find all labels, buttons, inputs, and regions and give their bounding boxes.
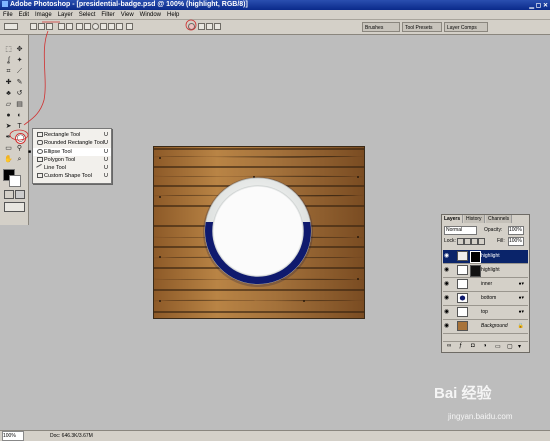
baidu-watermark-url: jingyan.baidu.com bbox=[448, 412, 513, 421]
layer-thumbnail bbox=[457, 279, 468, 289]
fx-icon[interactable]: ●▾ bbox=[518, 295, 524, 301]
line-icon bbox=[36, 163, 44, 172]
lock-all-icon[interactable] bbox=[478, 238, 485, 245]
layer-thumbnail bbox=[457, 293, 468, 303]
layer-row-bottom[interactable]: ◉ bottom ●▾ bbox=[443, 292, 528, 306]
fill-input[interactable]: 100% bbox=[508, 237, 524, 246]
layer-name: highlight bbox=[481, 267, 500, 273]
lock-position-icon[interactable] bbox=[471, 238, 478, 245]
layer-mask-thumbnail bbox=[470, 265, 481, 277]
lock-label: Lock: bbox=[444, 238, 456, 244]
eye-icon[interactable]: ◉ bbox=[444, 253, 450, 259]
adjustment-layer-icon[interactable]: ◑ bbox=[483, 343, 487, 349]
eye-icon[interactable]: ◉ bbox=[444, 267, 450, 273]
annotation-circle-tool bbox=[9, 129, 29, 141]
eye-icon[interactable]: ◉ bbox=[444, 309, 450, 315]
fx-icon[interactable]: ●▾ bbox=[518, 281, 524, 287]
menu-polygon-tool[interactable]: Polygon Tool U bbox=[33, 156, 111, 164]
menu-rectangle-tool[interactable]: Rectangle Tool U bbox=[33, 131, 111, 139]
layer-thumbnail bbox=[457, 265, 468, 275]
ellipse-icon bbox=[37, 149, 43, 154]
shape-tool-flyout: Rectangle Tool U Rounded Rectangle Tool U … bbox=[28, 128, 112, 184]
menu-ellipse-tool[interactable]: ■ Ellipse Tool U bbox=[28, 148, 111, 156]
eye-icon[interactable]: ◉ bbox=[444, 281, 450, 287]
layer-thumbnail bbox=[457, 307, 468, 317]
trash-icon[interactable]: ▾ bbox=[518, 343, 521, 350]
tab-channels[interactable]: Channels bbox=[486, 215, 513, 223]
tab-history[interactable]: History bbox=[464, 215, 485, 223]
eye-icon[interactable]: ◉ bbox=[444, 295, 450, 301]
polygon-icon bbox=[37, 157, 43, 162]
tab-layers[interactable]: Layers bbox=[442, 215, 464, 223]
rounded-rectangle-icon bbox=[37, 140, 43, 145]
fx-icon[interactable]: ●▾ bbox=[518, 309, 524, 315]
layer-row-background[interactable]: ◉ Background 🔒 bbox=[443, 320, 528, 334]
link-layers-icon[interactable]: ∞ bbox=[447, 343, 451, 349]
document-canvas[interactable] bbox=[153, 146, 365, 319]
wood-badge-artwork bbox=[153, 147, 365, 318]
lock-transparency-icon[interactable] bbox=[457, 238, 464, 245]
menu-custom-shape-tool[interactable]: Custom Shape Tool U bbox=[33, 172, 111, 180]
layer-row-top[interactable]: ◉ top ●▾ bbox=[443, 306, 528, 320]
fill-label: Fill: bbox=[497, 238, 505, 244]
new-layer-icon[interactable]: ▢ bbox=[507, 343, 513, 350]
menu-rounded-rectangle-tool[interactable]: Rounded Rectangle Tool U bbox=[33, 139, 111, 147]
selected-bullet-icon: ■ bbox=[28, 149, 32, 155]
annotation-circle-option bbox=[185, 19, 197, 31]
layer-name: top bbox=[481, 309, 488, 315]
eye-icon[interactable]: ◉ bbox=[444, 323, 450, 329]
annotation-arrow bbox=[23, 30, 49, 126]
add-mask-icon[interactable]: ◘ bbox=[471, 343, 475, 349]
layer-row-highlight-selected[interactable]: ◉ highlight bbox=[443, 250, 528, 264]
layer-name: inner bbox=[481, 281, 493, 287]
layer-name: highlight bbox=[481, 253, 500, 259]
opacity-label: Opacity: bbox=[484, 227, 503, 233]
blend-mode-select[interactable]: Normal bbox=[444, 226, 477, 235]
layer-thumbnail bbox=[457, 321, 468, 331]
menu-line-tool[interactable]: Line Tool U bbox=[33, 163, 111, 172]
new-group-icon[interactable]: ▭ bbox=[495, 343, 501, 350]
layer-row-highlight[interactable]: ◉ highlight bbox=[443, 264, 528, 278]
rectangle-icon bbox=[37, 132, 43, 137]
lock-image-icon[interactable] bbox=[464, 238, 471, 245]
status-bar: 100% Doc: 646.3K/3.67M bbox=[0, 430, 550, 441]
layer-name: bottom bbox=[481, 295, 497, 301]
lock-icon: 🔒 bbox=[517, 323, 524, 329]
layers-footer: ∞ ƒ ◘ ◑ ▭ ▢ ▾ bbox=[443, 341, 528, 352]
opacity-input[interactable]: 100% bbox=[508, 226, 524, 235]
add-style-icon[interactable]: ƒ bbox=[459, 343, 462, 349]
custom-shape-icon bbox=[37, 173, 43, 178]
layer-thumbnail bbox=[457, 251, 468, 261]
baidu-watermark: Bai 经验 bbox=[434, 385, 492, 402]
layer-mask-thumbnail bbox=[470, 251, 481, 263]
layers-palette: Layers History Channels Normal Opacity: … bbox=[441, 214, 530, 353]
layer-name: Background bbox=[481, 323, 508, 329]
layer-row-inner[interactable]: ◉ inner ●▾ bbox=[443, 278, 528, 292]
